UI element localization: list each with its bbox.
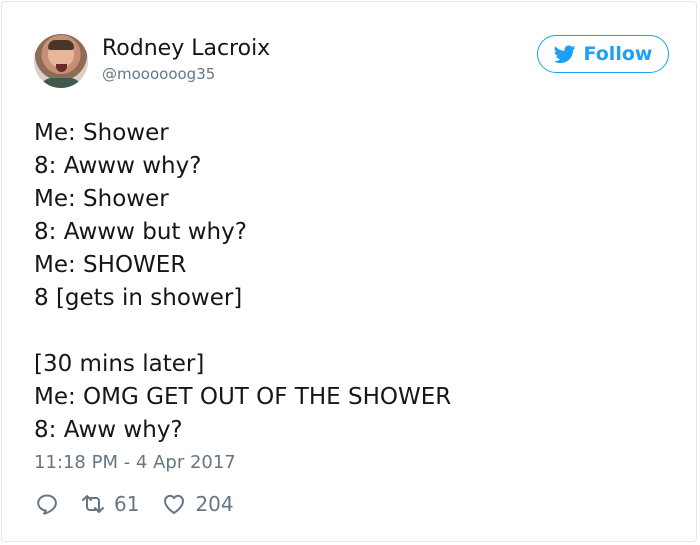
- avatar-hair: [48, 40, 74, 50]
- retweet-icon: [82, 495, 104, 513]
- heart-icon: [164, 494, 185, 514]
- follow-label: Follow: [583, 43, 653, 65]
- avatar-mouth: [56, 64, 67, 72]
- tweet-line: Me: OMG GET OUT OF THE SHOWER: [34, 384, 452, 410]
- like-button[interactable]: 204: [161, 491, 234, 517]
- tweet-timestamp[interactable]: 11:18 PM - 4 Apr 2017: [34, 452, 236, 473]
- reply-button[interactable]: [34, 491, 60, 517]
- avatar-shirt: [40, 78, 82, 88]
- tweet-line: [30 mins later]: [34, 351, 205, 377]
- tweet-card: Rodney Lacroix @moooooog35 Follow Me: Sh…: [1, 1, 697, 542]
- reply-icon: [37, 494, 57, 515]
- author-name[interactable]: Rodney Lacroix: [102, 36, 270, 61]
- tweet-line: 8: Aww why?: [34, 417, 183, 443]
- tweet-line: 8: Awww but why?: [34, 219, 247, 245]
- tweet-line: Me: Shower: [34, 120, 169, 146]
- tweet-line: 8 [gets in shower]: [34, 285, 243, 311]
- avatar[interactable]: [34, 34, 88, 88]
- follow-button[interactable]: Follow: [537, 35, 669, 73]
- tweet-line: Me: Shower: [34, 186, 169, 212]
- tweet-line: 8: Awww why?: [34, 153, 202, 179]
- retweet-button[interactable]: 61: [80, 491, 139, 517]
- tweet-text: Me: Shower 8: Awww why? Me: Shower 8: Awww …: [34, 117, 654, 447]
- tweet-line: Me: SHOWER: [34, 252, 187, 278]
- twitter-bird-icon: [553, 44, 576, 63]
- tweet-line: [34, 315, 654, 348]
- like-count: 204: [195, 492, 234, 516]
- retweet-count: 61: [114, 492, 140, 516]
- tweet-actions: 61 204: [34, 489, 234, 519]
- author-handle[interactable]: @moooooog35: [102, 65, 215, 83]
